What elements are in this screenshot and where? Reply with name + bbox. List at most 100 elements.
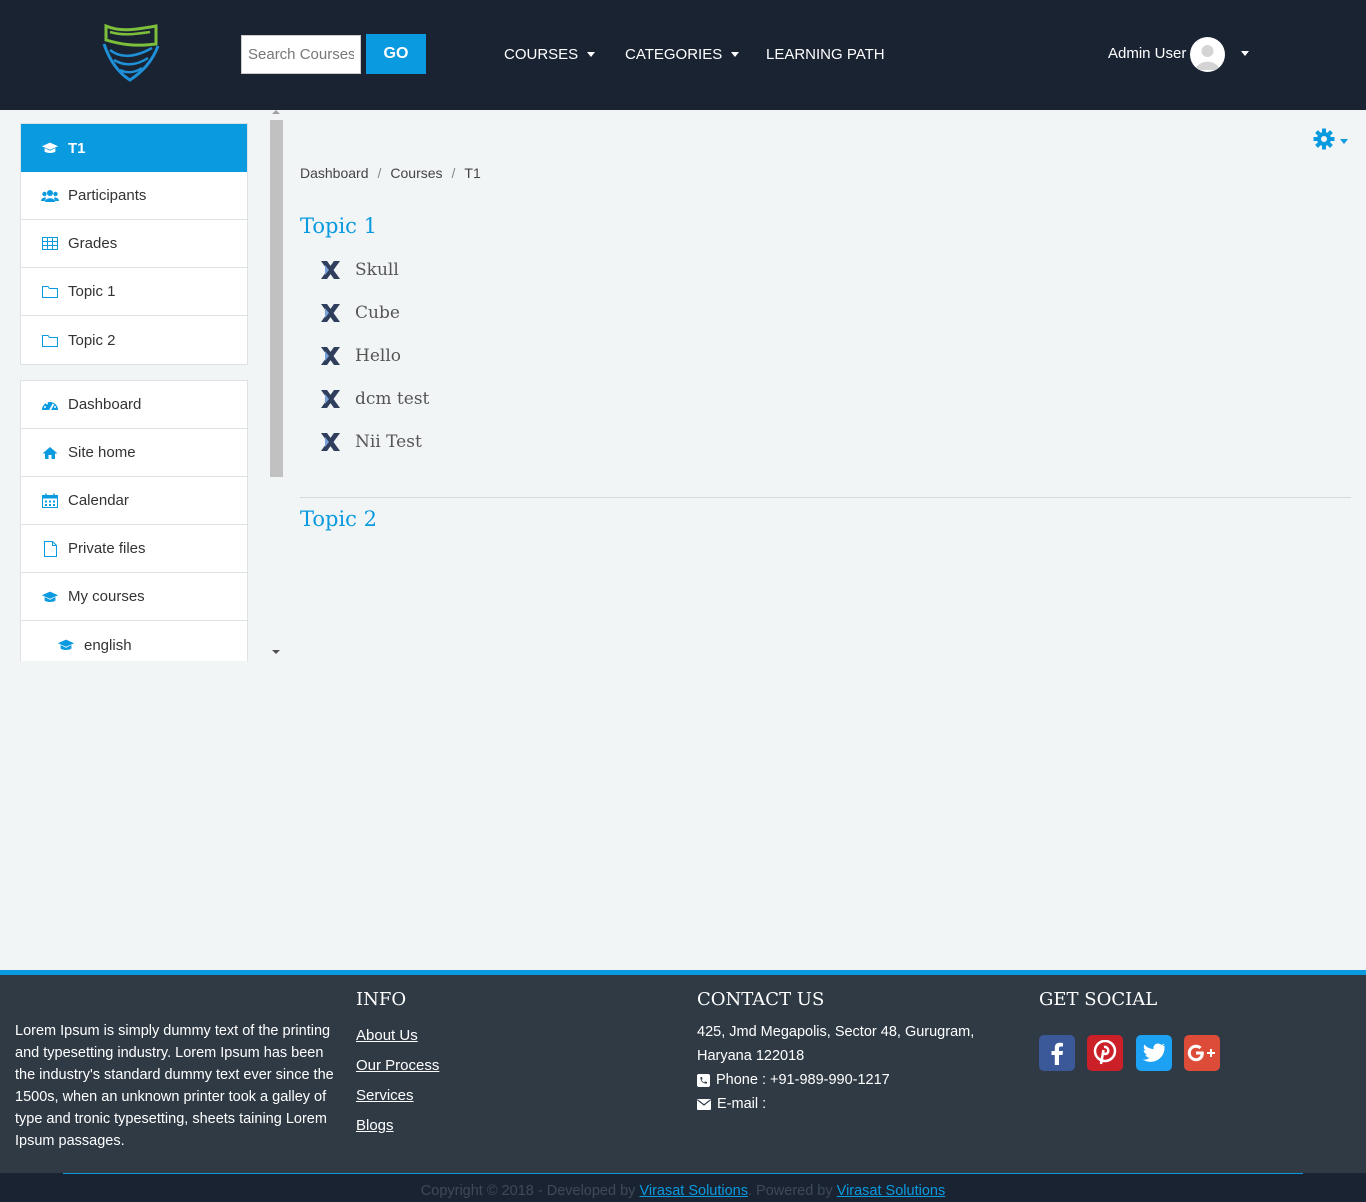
breadcrumb-dashboard[interactable]: Dashboard	[300, 165, 369, 181]
sidebar-item-topic-2[interactable]: Topic 2	[21, 316, 247, 364]
sidebar-item-label: english	[84, 636, 132, 654]
contact-phone: Phone : +91-989-990-1217	[697, 1072, 890, 1088]
section-divider	[300, 497, 1351, 498]
avatar[interactable]	[1190, 37, 1225, 72]
footer-social-heading: GET SOCIAL	[1039, 989, 1158, 1010]
powered-by-link[interactable]: Virasat Solutions	[837, 1183, 946, 1199]
activity-x-icon	[321, 390, 340, 408]
scroll-up-arrow-icon[interactable]	[272, 110, 280, 114]
activity-label: Hello	[355, 346, 401, 366]
sidebar-item-label: Site home	[68, 444, 136, 461]
sidebar-item-label: T1	[68, 139, 86, 157]
topic-1-title[interactable]: Topic 1	[300, 214, 377, 238]
folder-icon	[41, 332, 59, 348]
contact-phone-text: Phone : +91-989-990-1217	[716, 1072, 890, 1088]
home-icon	[41, 445, 59, 461]
graduation-cap-icon	[57, 637, 75, 653]
activity-x-icon	[321, 261, 340, 279]
breadcrumb-t1[interactable]: T1	[464, 165, 480, 181]
sidebar-item-t1[interactable]: T1	[21, 124, 247, 172]
twitter-icon[interactable]	[1136, 1035, 1172, 1071]
site-nav-block: Dashboard Site home Calendar Private fil…	[20, 380, 248, 661]
contact-address-line-2: Haryana 122018	[697, 1048, 805, 1064]
nav-learning-path-label: LEARNING PATH	[766, 46, 885, 63]
folder-icon	[41, 284, 59, 300]
nav-courses[interactable]: COURSES	[504, 46, 596, 63]
activity-item[interactable]: Skull	[320, 260, 399, 280]
graduation-cap-icon	[41, 140, 59, 156]
activity-x-icon	[321, 347, 340, 365]
sidebar-item-label: My courses	[68, 588, 145, 605]
activity-label: Cube	[355, 303, 400, 323]
powered-prefix: . Powered by	[747, 1183, 833, 1199]
activity-item[interactable]: Hello	[320, 346, 401, 366]
chevron-down-icon	[731, 52, 740, 57]
graduation-cap-icon	[41, 589, 59, 605]
facebook-icon[interactable]	[1039, 1035, 1075, 1071]
sidebar-item-english[interactable]: english	[21, 621, 247, 661]
activity-x-icon	[321, 304, 340, 322]
sidebar-item-label: Participants	[68, 187, 147, 204]
sidebar-item-grades[interactable]: Grades	[21, 220, 247, 268]
nav-categories[interactable]: CATEGORIES	[625, 46, 740, 63]
sidebar-item-my-courses[interactable]: My courses	[21, 573, 247, 621]
user-name[interactable]: Admin User	[1108, 45, 1186, 62]
sidebar-scrollbar[interactable]	[268, 110, 285, 660]
nav-learning-path[interactable]: LEARNING PATH	[766, 46, 885, 63]
copyright-prefix: Copyright © 2018 - Developed by	[420, 1183, 636, 1199]
footer-link-services[interactable]: Services	[356, 1087, 414, 1104]
sidebar-item-calendar[interactable]: Calendar	[21, 477, 247, 525]
dashboard-icon	[41, 397, 59, 413]
pinterest-icon[interactable]	[1087, 1035, 1123, 1071]
breadcrumb: Dashboard / Courses / T1	[300, 165, 481, 181]
activity-label: Nii Test	[355, 432, 422, 452]
breadcrumb-separator: /	[451, 165, 456, 181]
activity-x-icon	[321, 433, 340, 451]
chevron-down-icon	[1340, 139, 1348, 144]
activity-item[interactable]: Cube	[320, 303, 400, 323]
activity-item[interactable]: Nii Test	[320, 432, 422, 452]
sidebar-item-participants[interactable]: Participants	[21, 172, 247, 220]
sidebar-item-site-home[interactable]: Site home	[21, 429, 247, 477]
footer-link-our-process[interactable]: Our Process	[356, 1057, 439, 1074]
contact-email-text: E-mail :	[717, 1096, 767, 1112]
footer-link-about-us[interactable]: About Us	[356, 1027, 418, 1044]
activity-label: dcm test	[355, 389, 430, 409]
search-courses-input[interactable]	[241, 35, 361, 74]
breadcrumb-separator: /	[377, 165, 382, 181]
scroll-down-arrow-icon[interactable]	[272, 650, 280, 654]
user-menu-chevron-icon[interactable]	[1241, 51, 1249, 56]
scrollbar-thumb[interactable]	[270, 120, 283, 477]
sidebar-item-label: Topic 2	[68, 331, 116, 349]
calendar-icon	[41, 493, 59, 509]
footer-contact-heading: CONTACT US	[697, 989, 825, 1010]
site-logo[interactable]	[100, 22, 162, 84]
file-icon	[41, 540, 59, 557]
chevron-down-icon	[587, 52, 596, 57]
google-plus-icon[interactable]	[1184, 1035, 1220, 1071]
sidebar-item-private-files[interactable]: Private files	[21, 525, 247, 573]
footer-link-blogs[interactable]: Blogs	[356, 1117, 394, 1134]
footer-bottom-divider	[63, 1173, 1303, 1174]
sidebar-item-label: Private files	[68, 540, 146, 557]
course-nav-block: T1 Participants Grades Topic 1 Topic 2	[20, 123, 248, 365]
nav-categories-label: CATEGORIES	[625, 46, 723, 63]
gear-icon	[1313, 128, 1335, 155]
activity-item[interactable]: dcm test	[320, 389, 429, 409]
contact-email: E-mail :	[697, 1096, 766, 1112]
topic-2-title[interactable]: Topic 2	[300, 507, 377, 531]
activity-label: Skull	[355, 260, 399, 280]
search-go-button[interactable]: GO	[366, 34, 426, 74]
course-settings-menu[interactable]	[1313, 128, 1348, 155]
developer-link[interactable]: Virasat Solutions	[639, 1183, 748, 1199]
site-footer: Lorem Ipsum is simply dummy text of the …	[0, 970, 1366, 1202]
sidebar-item-dashboard[interactable]: Dashboard	[21, 381, 247, 429]
breadcrumb-courses[interactable]: Courses	[390, 165, 442, 181]
nav-courses-label: COURSES	[504, 46, 579, 63]
footer-info-heading: INFO	[356, 989, 407, 1010]
table-icon	[41, 236, 59, 252]
phone-icon	[697, 1073, 710, 1087]
sidebar-item-topic-1[interactable]: Topic 1	[21, 268, 247, 316]
contact-address-line-1: 425, Jmd Megapolis, Sector 48, Gurugram,	[697, 1024, 975, 1040]
users-icon	[41, 188, 59, 204]
